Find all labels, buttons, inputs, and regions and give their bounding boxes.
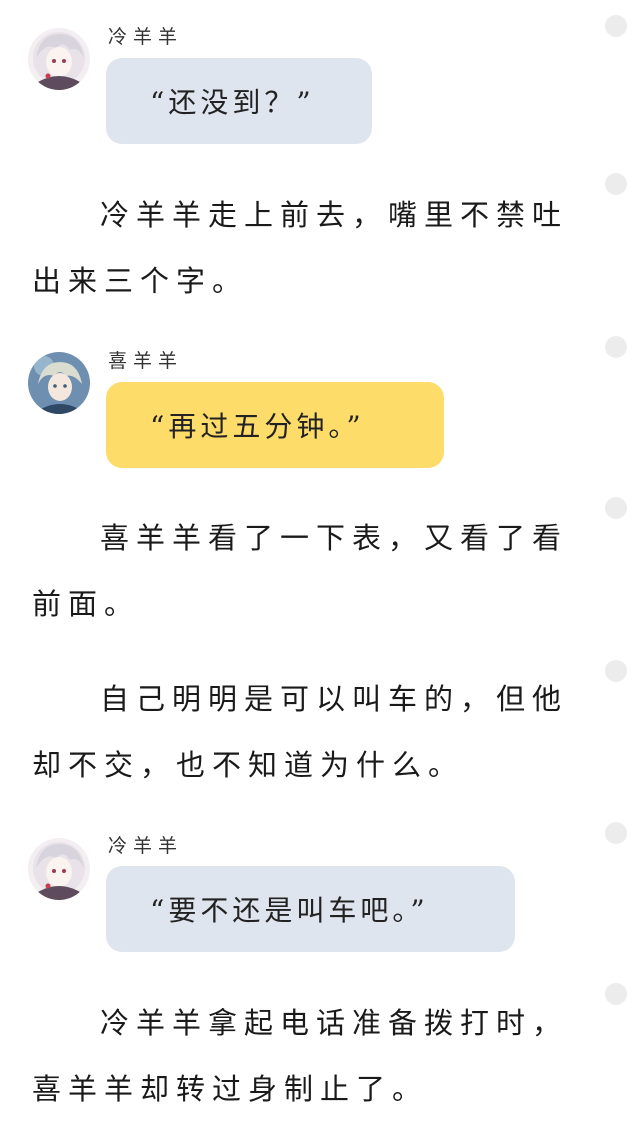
speaker-name: 冷羊羊 — [108, 835, 184, 857]
avatar[interactable] — [28, 28, 90, 90]
speech-bubble: “要不还是叫车吧。” — [106, 866, 515, 952]
comment-dot[interactable] — [605, 336, 627, 358]
speech-bubble: “再过五分钟。” — [106, 382, 444, 468]
comment-dot[interactable] — [605, 173, 627, 195]
narration-paragraph: 冷羊羊拿起电话准备拨打时，喜羊羊却转过身制止了。 — [32, 1006, 569, 1106]
avatar[interactable] — [28, 352, 90, 414]
white-haired-character-avatar-icon — [28, 838, 90, 900]
narration-paragraph: 喜羊羊看了一下表，又看了看前面。 — [32, 521, 569, 621]
avatar[interactable] — [28, 838, 90, 900]
comment-dot[interactable] — [605, 983, 627, 1005]
narration-paragraph: 自己明明是可以叫车的，但他却不交，也不知道为什么。 — [32, 682, 569, 782]
speech-bubble: “还没到？” — [106, 58, 372, 144]
speech-text: “还没到？” — [150, 86, 315, 119]
white-haired-character-avatar-icon — [28, 28, 90, 90]
narration-paragraph: 冷羊羊走上前去，嘴里不禁吐出来三个字。 — [32, 198, 569, 298]
speech-text: “要不还是叫车吧。” — [150, 894, 429, 927]
comment-dot[interactable] — [605, 15, 627, 37]
speech-text: “再过五分钟。” — [150, 410, 365, 443]
comment-dot[interactable] — [605, 660, 627, 682]
blond-character-avatar-icon — [28, 352, 90, 414]
speaker-name: 喜羊羊 — [108, 350, 184, 372]
comment-dot[interactable] — [605, 497, 627, 519]
speaker-name: 冷羊羊 — [108, 26, 184, 48]
comment-dot[interactable] — [605, 822, 627, 844]
